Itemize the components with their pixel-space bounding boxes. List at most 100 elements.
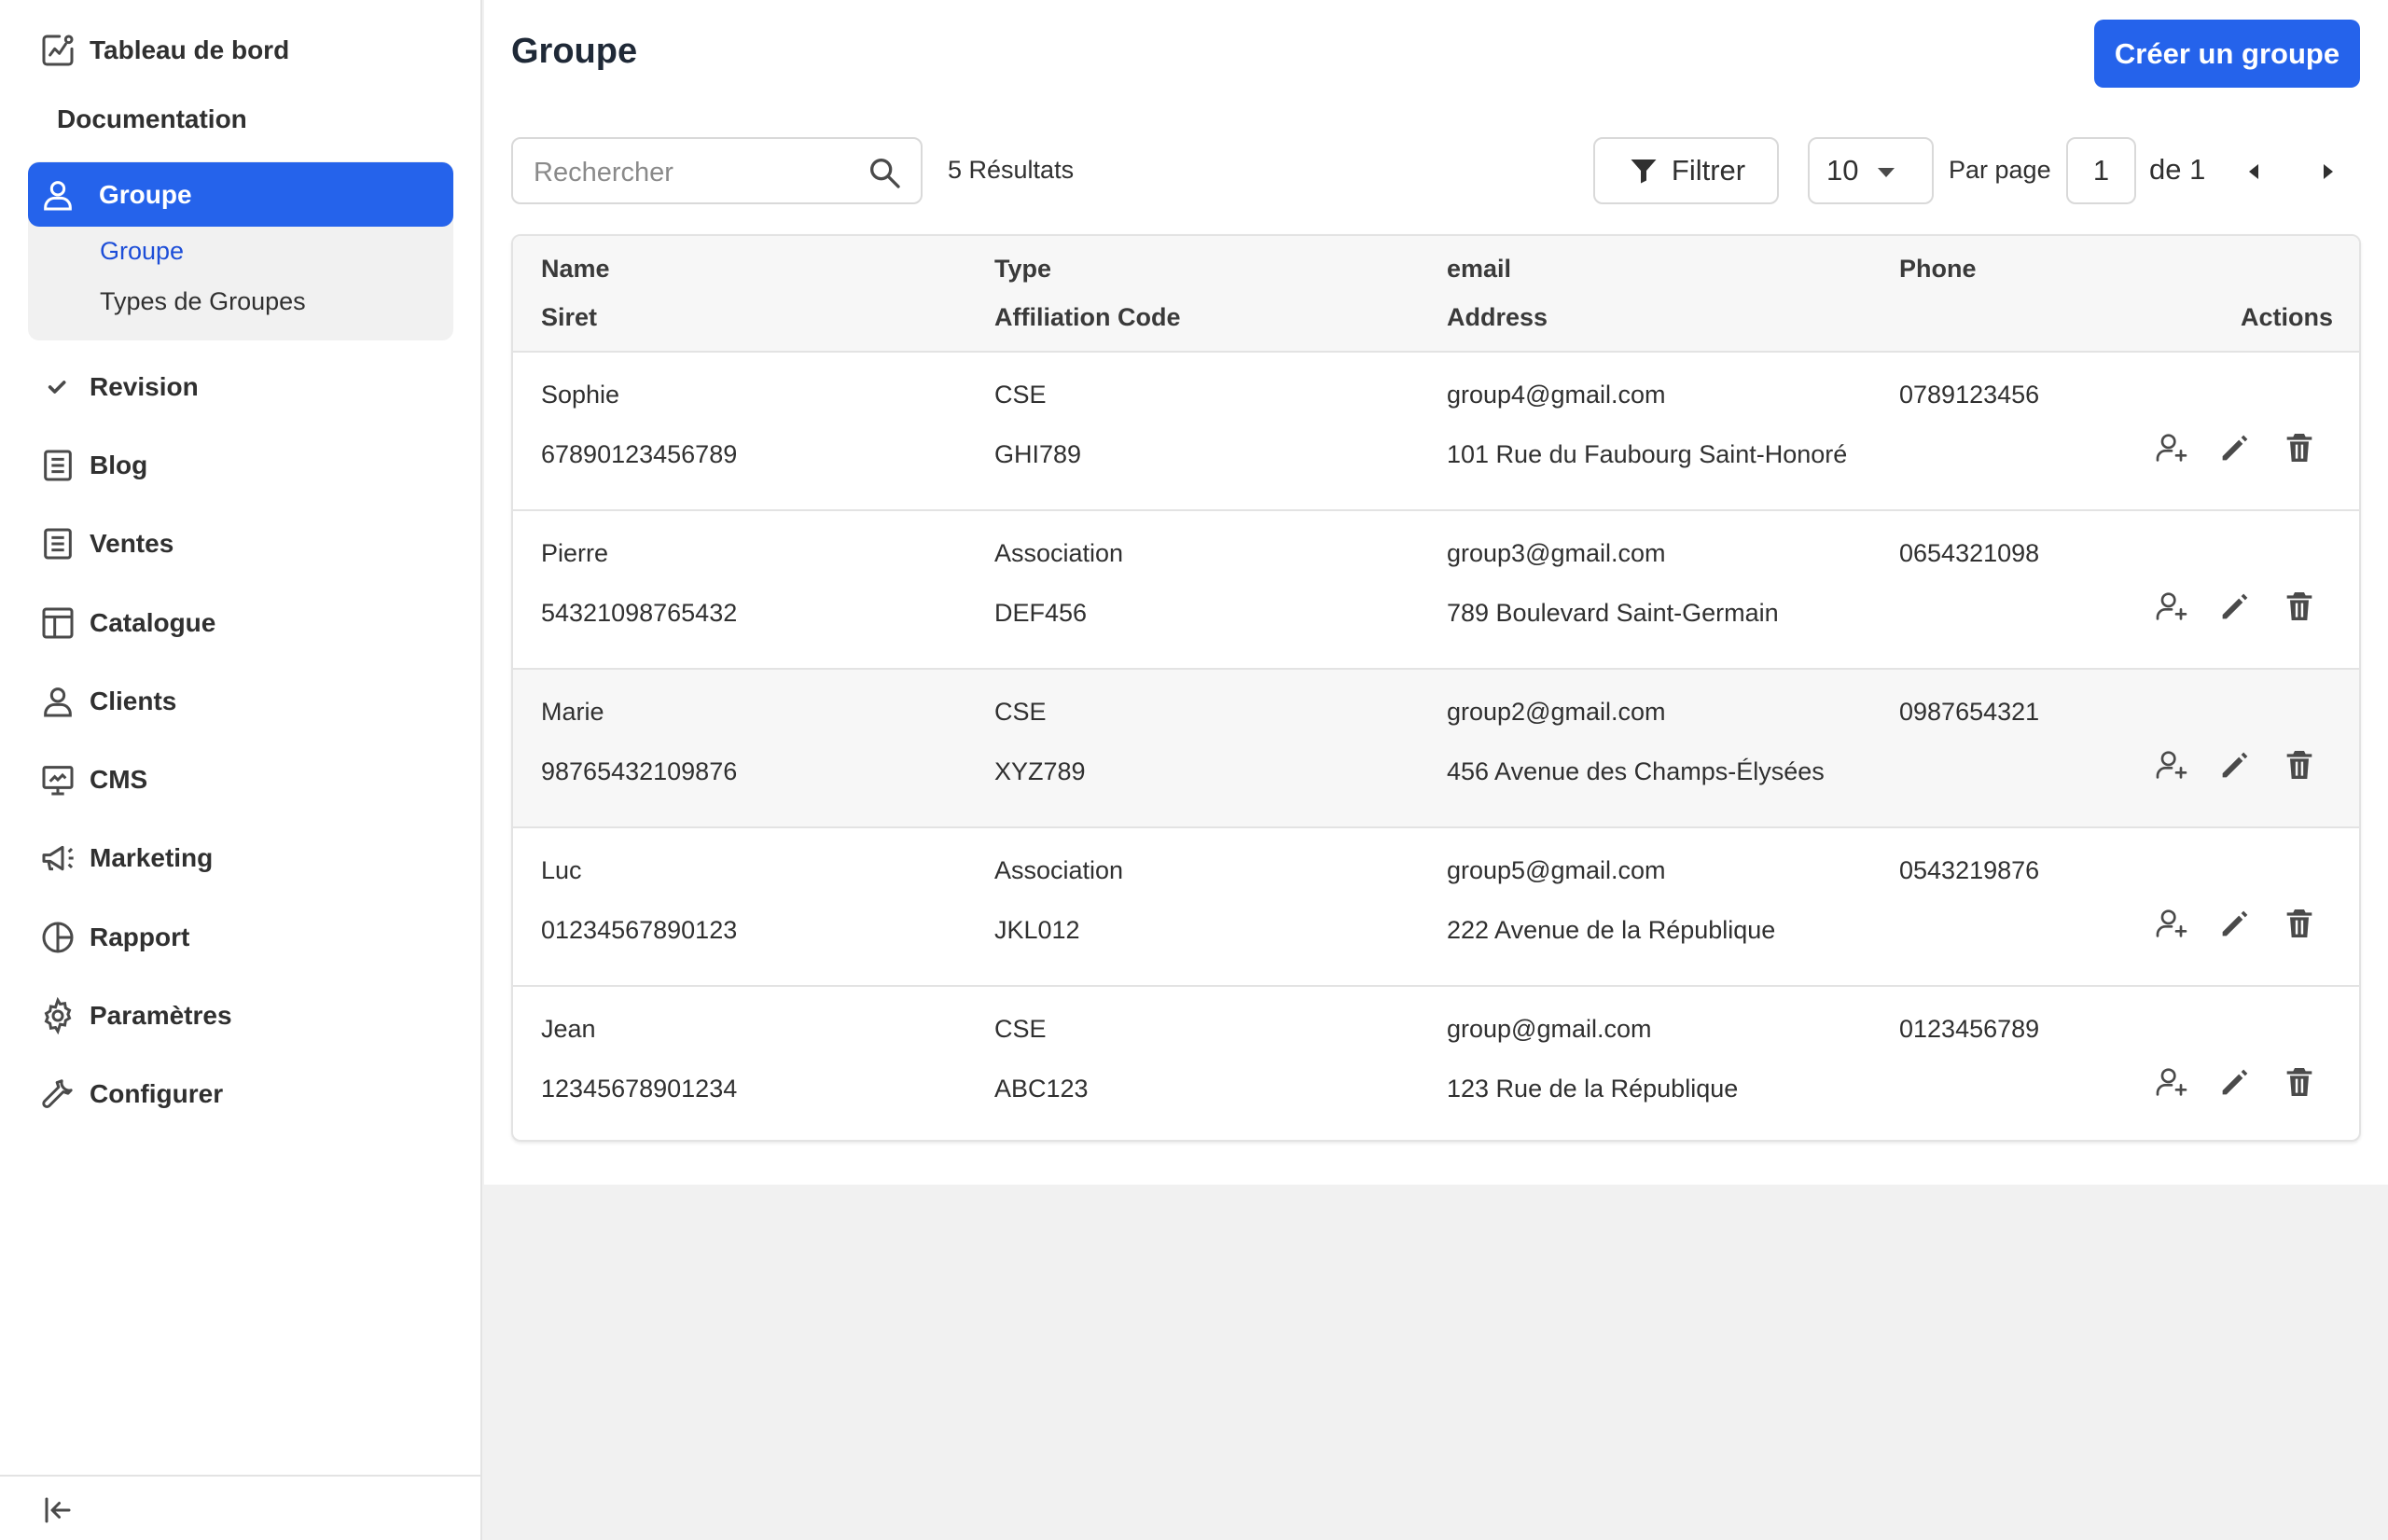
nav-item-clients[interactable]: Clients — [28, 670, 453, 733]
next-page-button[interactable] — [2317, 157, 2339, 187]
trash-icon[interactable] — [2281, 429, 2318, 466]
page-number-input[interactable]: 1 — [2066, 137, 2136, 204]
layout-icon — [28, 604, 90, 642]
cell-name: Luc — [541, 856, 582, 884]
nav-label-parametres: Paramètres — [90, 1001, 232, 1030]
sub-item-types-de-groupes[interactable]: Types de Groupes — [100, 287, 306, 316]
cell-type: CSE — [994, 1015, 1047, 1043]
check-icon — [28, 368, 90, 406]
sidebar: Tableau de bord Documentation Groupe Gro… — [0, 0, 482, 1540]
table-row[interactable]: Pierre Association group3@gmail.com 0654… — [513, 511, 2359, 670]
sub-item-groupe[interactable]: Groupe — [100, 237, 184, 266]
nav-item-dashboard[interactable]: Tableau de bord — [28, 19, 453, 82]
cell-name: Jean — [541, 1015, 596, 1043]
nav-item-marketing[interactable]: Marketing — [28, 826, 453, 890]
nav-item-ventes[interactable]: Ventes — [28, 512, 453, 576]
add-member-icon[interactable] — [2153, 905, 2190, 942]
nav-item-cms[interactable]: CMS — [28, 748, 453, 812]
cell-siret: 98765432109876 — [541, 757, 738, 785]
edit-icon[interactable] — [2216, 429, 2254, 466]
cell-email: group5@gmail.com — [1447, 856, 1666, 884]
cell-siret: 01234567890123 — [541, 916, 738, 944]
add-member-icon[interactable] — [2153, 746, 2190, 784]
nav-label-marketing: Marketing — [90, 843, 214, 872]
cell-name: Pierre — [541, 539, 609, 567]
header-type[interactable]: Type — [994, 255, 1051, 284]
nav-documentation[interactable]: Documentation — [57, 104, 247, 134]
header-affiliation[interactable]: Affiliation Code — [994, 303, 1180, 332]
header-address[interactable]: Address — [1447, 303, 1548, 332]
per-page-label: Par page — [1949, 156, 2051, 184]
chart-icon — [28, 32, 90, 69]
add-member-icon[interactable] — [2153, 1063, 2190, 1101]
nav-label-catalogue: Catalogue — [90, 608, 216, 637]
edit-icon[interactable] — [2216, 588, 2254, 625]
table-row[interactable]: Sophie CSE group4@gmail.com 0789123456 6… — [513, 353, 2359, 511]
cell-phone: 0789123456 — [1899, 381, 2040, 409]
edit-icon[interactable] — [2216, 746, 2254, 784]
filter-button[interactable]: Filtrer — [1593, 137, 1779, 204]
nav-item-catalogue[interactable]: Catalogue — [28, 591, 453, 655]
filter-label: Filtrer — [1671, 154, 1746, 187]
create-group-button[interactable]: Créer un groupe — [2094, 20, 2360, 88]
header-name[interactable]: Name — [541, 255, 610, 284]
nav-item-parametres[interactable]: Paramètres — [28, 984, 453, 1047]
cell-type: Association — [994, 856, 1124, 884]
edit-icon[interactable] — [2216, 1063, 2254, 1101]
add-member-icon[interactable] — [2153, 429, 2190, 466]
nav-item-configurer[interactable]: Configurer — [28, 1062, 453, 1126]
nav-label-blog: Blog — [90, 451, 148, 479]
per-page-value: 10 — [1826, 154, 1859, 187]
cell-type: Association — [994, 539, 1124, 567]
trash-icon[interactable] — [2281, 905, 2318, 942]
cell-siret: 12345678901234 — [541, 1075, 738, 1103]
header-email[interactable]: email — [1447, 255, 1511, 284]
trash-icon[interactable] — [2281, 588, 2318, 625]
table-row[interactable]: Jean CSE group@gmail.com 0123456789 1234… — [513, 987, 2359, 1140]
cell-siret: 67890123456789 — [541, 440, 738, 468]
user-icon — [28, 176, 99, 214]
collapse-sidebar-icon[interactable] — [39, 1493, 76, 1527]
cell-address: 456 Avenue des Champs-Élysées — [1447, 757, 1825, 785]
document-icon — [28, 525, 90, 562]
nav-label-rapport: Rapport — [90, 923, 190, 951]
monitor-icon — [28, 761, 90, 798]
megaphone-icon — [28, 839, 90, 877]
gear-icon — [28, 997, 90, 1034]
edit-icon[interactable] — [2216, 905, 2254, 942]
table-header: Name Type email Phone Siret Affiliation … — [513, 236, 2359, 353]
cell-email: group3@gmail.com — [1447, 539, 1666, 567]
prev-page-button[interactable] — [2242, 157, 2265, 187]
table-row[interactable]: Marie CSE group2@gmail.com 0987654321 98… — [513, 670, 2359, 828]
per-page-select[interactable]: 10 — [1808, 137, 1934, 204]
header-phone[interactable]: Phone — [1899, 255, 1977, 284]
search-icon[interactable] — [866, 154, 903, 191]
trash-icon[interactable] — [2281, 746, 2318, 784]
search-box — [511, 137, 923, 204]
nav-item-rapport[interactable]: Rapport — [28, 906, 453, 969]
nav-item-groupe[interactable]: Groupe — [28, 162, 453, 227]
search-input[interactable] — [534, 154, 851, 191]
cell-affiliation: ABC123 — [994, 1075, 1089, 1103]
cell-affiliation: GHI789 — [994, 440, 1082, 468]
add-member-icon[interactable] — [2153, 588, 2190, 625]
sidebar-footer — [0, 1475, 482, 1540]
filter-icon — [1631, 160, 1657, 184]
nav-item-blog[interactable]: Blog — [28, 434, 453, 497]
caret-left-icon — [2249, 164, 2258, 179]
table-row[interactable]: Luc Association group5@gmail.com 0543219… — [513, 828, 2359, 987]
cell-phone: 0123456789 — [1899, 1015, 2040, 1043]
nav-label-clients: Clients — [90, 687, 177, 715]
header-siret[interactable]: Siret — [541, 303, 597, 332]
page-title: Groupe — [511, 32, 638, 71]
nav-item-revision[interactable]: Revision — [28, 355, 453, 419]
trash-icon[interactable] — [2281, 1063, 2318, 1101]
cell-affiliation: DEF456 — [994, 599, 1088, 627]
cell-type: CSE — [994, 698, 1047, 726]
cell-phone: 0987654321 — [1899, 698, 2040, 726]
caret-down-icon — [1878, 168, 1895, 177]
cell-email: group4@gmail.com — [1447, 381, 1666, 409]
results-count: 5 Résultats — [948, 156, 1075, 184]
nav-label-configurer: Configurer — [90, 1079, 224, 1108]
caret-right-icon — [2324, 164, 2333, 179]
